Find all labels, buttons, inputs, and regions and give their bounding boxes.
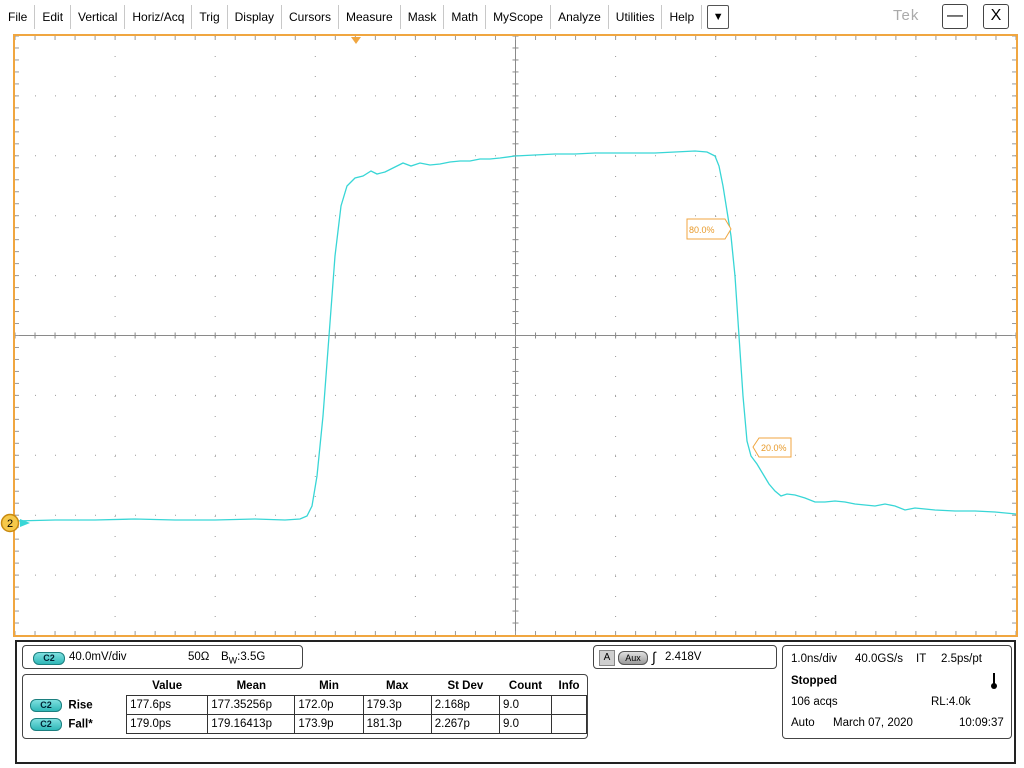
rise-label: Rise: [68, 699, 93, 712]
measurement-row-rise[interactable]: C2 Rise 177.6ps 177.35256p 172.0p 179.3p…: [27, 695, 587, 715]
menu-mask[interactable]: Mask: [401, 4, 445, 29]
rise-max: 179.3p: [362, 695, 432, 715]
rising-edge-icon: ∫: [652, 649, 656, 665]
header-value: Value: [152, 680, 183, 692]
vertical-scale: 40.0mV/div: [69, 651, 127, 663]
reference-20-marker: 20.0%: [752, 437, 792, 458]
header-mean: Mean: [236, 680, 266, 692]
menu-trig[interactable]: Trig: [192, 4, 228, 29]
trigger-readout[interactable]: A Aux ∫ 2.418V: [593, 645, 777, 669]
menu-vertical[interactable]: Vertical: [71, 4, 126, 29]
fall-info: [551, 714, 587, 734]
rise-count: 9.0: [498, 695, 553, 715]
record-length: RL:4.0k: [931, 696, 971, 708]
acquisition-mode: IT: [916, 653, 927, 665]
fall-value: 179.0ps: [126, 714, 209, 734]
trigger-position-marker[interactable]: [351, 37, 361, 44]
reference-20-label: 20.0%: [761, 443, 787, 453]
rise-info: [551, 695, 587, 715]
header-min: Min: [319, 680, 339, 692]
fall-stdev: 2.267p: [430, 714, 500, 734]
rise-stdev: 2.168p: [430, 695, 500, 715]
timebase: 1.0ns/div: [791, 653, 838, 665]
trigger-a-box: A: [599, 650, 615, 666]
fall-source-badge: C2: [30, 717, 62, 731]
channel-2-badge: C2: [33, 652, 65, 665]
rise-mean: 177.35256p: [207, 695, 296, 715]
header-stdev: St Dev: [447, 680, 484, 692]
rise-min: 172.0p: [294, 695, 364, 715]
status-area: C2 40.0mV/div 50Ω BW:3.5G A Aux ∫ 2.418V…: [15, 640, 1016, 764]
thermometer-icon: [991, 673, 997, 689]
bandwidth-limit: BW:3.5G: [221, 651, 266, 666]
channel-2-marker-label: 2: [7, 518, 13, 530]
minimize-button[interactable]: —: [942, 4, 968, 29]
input-impedance: 50Ω: [188, 651, 210, 663]
fall-label: Fall*: [68, 718, 93, 731]
measurement-header-row: Value Mean Min Max St Dev Count Info: [27, 677, 587, 696]
menu-utilities[interactable]: Utilities: [609, 4, 663, 29]
menu-file[interactable]: File: [0, 4, 36, 29]
acquisition-date: March 07, 2020: [833, 717, 913, 729]
menu-bar: File Edit Vertical Horiz/Acq Trig Displa…: [0, 0, 1024, 33]
header-info: Info: [558, 680, 580, 692]
acquisition-count: 106 acqs: [791, 696, 838, 708]
menu-display[interactable]: Display: [228, 4, 282, 29]
trigger-mode: Auto: [791, 717, 815, 729]
menu-help[interactable]: Help: [662, 4, 703, 29]
reference-80-label: 80.0%: [689, 225, 715, 235]
waveform-display[interactable]: 80.0% 20.0%: [13, 34, 1018, 637]
menu-edit[interactable]: Edit: [35, 4, 72, 29]
measurement-panel[interactable]: Value Mean Min Max St Dev Count Info C2 …: [22, 674, 588, 739]
tek-logo: Tek: [893, 7, 920, 24]
channel-2-marker[interactable]: 2: [0, 512, 40, 536]
fall-count: 9.0: [498, 714, 553, 734]
measurement-row-fall[interactable]: C2 Fall* 179.0ps 179.16413p 173.9p 181.3…: [27, 714, 587, 734]
menu-cursors[interactable]: Cursors: [282, 4, 340, 29]
menu-horiz-acq[interactable]: Horiz/Acq: [125, 4, 193, 29]
acquisition-time: 10:09:37: [959, 717, 1004, 729]
menu-measure[interactable]: Measure: [339, 4, 401, 29]
acquisition-readout[interactable]: 1.0ns/div 40.0GS/s IT 2.5ps/pt Stopped 1…: [782, 645, 1012, 739]
fall-min: 173.9p: [294, 714, 364, 734]
trigger-source-badge: Aux: [618, 651, 648, 665]
reference-80-marker: 80.0%: [686, 218, 732, 240]
menu-math[interactable]: Math: [444, 4, 487, 29]
rise-value: 177.6ps: [126, 695, 209, 715]
fall-mean: 179.16413p: [207, 714, 296, 734]
menu-dropdown-button[interactable]: ▼: [707, 4, 730, 29]
fall-max: 181.3p: [362, 714, 432, 734]
header-count: Count: [508, 680, 543, 692]
sample-rate: 40.0GS/s: [855, 653, 903, 665]
menu-analyze[interactable]: Analyze: [551, 4, 609, 29]
acquisition-state: Stopped: [791, 675, 837, 687]
time-resolution: 2.5ps/pt: [941, 653, 982, 665]
close-button[interactable]: X: [983, 4, 1009, 29]
rise-source-badge: C2: [30, 698, 62, 712]
header-max: Max: [385, 680, 409, 692]
menu-myscope[interactable]: MyScope: [486, 4, 552, 29]
measurement-table: Value Mean Min Max St Dev Count Info C2 …: [27, 677, 587, 734]
trigger-level: 2.418V: [665, 651, 702, 663]
graticule-svg: 80.0% 20.0%: [15, 36, 1016, 635]
grid: [15, 36, 1016, 635]
channel-2-readout[interactable]: C2 40.0mV/div 50Ω BW:3.5G: [22, 645, 303, 669]
